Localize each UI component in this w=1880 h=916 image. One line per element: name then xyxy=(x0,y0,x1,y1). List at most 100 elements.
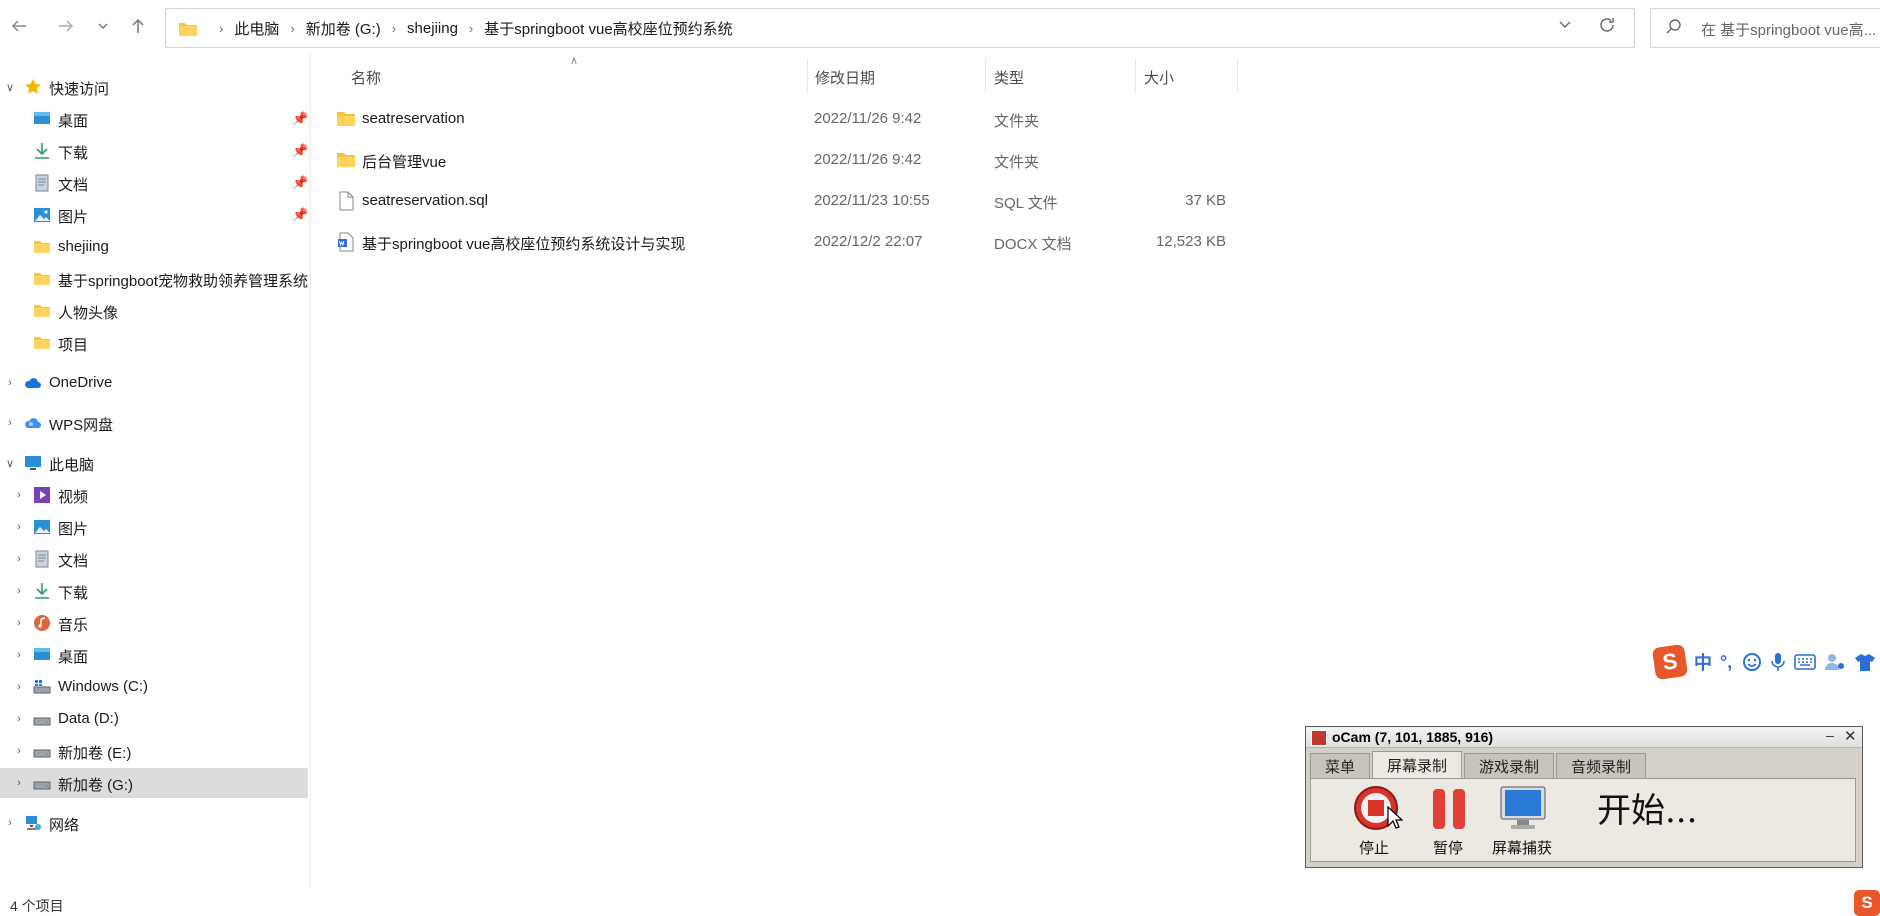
sidebar-item-desktop[interactable]: 桌面 📌 xyxy=(0,104,308,134)
breadcrumb-separator[interactable]: › xyxy=(290,21,294,36)
address-history-button[interactable] xyxy=(1558,17,1572,36)
tab-menu[interactable]: 菜单 xyxy=(1310,753,1371,778)
sidebar-item-pictures-pc[interactable]: › 图片 xyxy=(0,512,308,542)
picture-icon xyxy=(34,208,50,222)
back-button[interactable] xyxy=(6,13,32,39)
chevron-right-icon[interactable]: › xyxy=(12,649,26,661)
download-icon xyxy=(35,583,49,599)
sort-ascending-icon: ∧ xyxy=(570,55,579,67)
chevron-right-icon[interactable]: › xyxy=(12,745,26,757)
video-icon xyxy=(34,487,50,503)
tab-audio-recording[interactable]: 音频录制 xyxy=(1556,753,1647,778)
address-bar[interactable]: › 此电脑 › 新加卷 (G:) › shejiing › 基于springbo… xyxy=(165,8,1635,48)
chevron-right-icon[interactable]: › xyxy=(12,489,26,501)
chevron-right-icon[interactable]: › xyxy=(12,777,26,789)
sogou-logo-icon[interactable]: S xyxy=(1651,643,1689,681)
column-divider[interactable] xyxy=(1135,58,1136,92)
sidebar-item-pet-rescue-project[interactable]: 基于springboot宠物救助领养管理系统 xyxy=(0,264,308,294)
sidebar-item-downloads-pc[interactable]: › 下载 xyxy=(0,576,308,606)
microphone-icon[interactable] xyxy=(1770,652,1786,672)
folder-icon xyxy=(337,153,355,167)
column-divider[interactable] xyxy=(1237,58,1238,92)
sidebar-item-drive-c[interactable]: › Windows (C:) xyxy=(0,672,308,702)
table-row[interactable]: 基于springboot vue高校座位预约系统设计与实现 2022/12/2 … xyxy=(312,223,1242,261)
file-type: 文件夹 xyxy=(994,154,1040,171)
breadcrumb-separator[interactable]: › xyxy=(392,21,396,36)
close-button[interactable]: ✕ xyxy=(1844,727,1857,745)
sidebar-item-drive-e[interactable]: › 新加卷 (E:) xyxy=(0,736,308,766)
ime-language-toggle[interactable]: 中 xyxy=(1694,649,1712,675)
sidebar-item-projects[interactable]: 项目 xyxy=(0,328,308,358)
sidebar-item-wps-drive[interactable]: › WPS网盘 xyxy=(0,408,308,438)
sidebar-item-documents-pc[interactable]: › 文档 xyxy=(0,544,308,574)
skin-shirt-icon[interactable] xyxy=(1854,652,1876,672)
sidebar-item-downloads[interactable]: 下载 📌 xyxy=(0,136,308,166)
sidebar-item-avatars[interactable]: 人物头像 xyxy=(0,296,308,326)
sidebar-item-drive-g[interactable]: › 新加卷 (G:) xyxy=(0,768,308,798)
chevron-down-icon[interactable]: ∨ xyxy=(3,81,17,94)
sidebar-item-pictures[interactable]: 图片 📌 xyxy=(0,200,308,230)
pin-icon[interactable]: 📌 xyxy=(292,111,308,127)
sogou-tray-icon[interactable]: S xyxy=(1854,890,1880,916)
column-divider[interactable] xyxy=(807,58,808,92)
forward-button[interactable] xyxy=(53,13,79,39)
up-button[interactable] xyxy=(125,13,151,39)
sidebar-item-this-pc[interactable]: ∨ 此电脑 xyxy=(0,448,308,478)
sidebar-item-drive-d[interactable]: › Data (D:) xyxy=(0,704,308,734)
breadcrumb-shejiing[interactable]: shejiing xyxy=(407,20,458,37)
table-row[interactable]: seatreservation 2022/11/26 9:42 文件夹 xyxy=(312,100,1242,138)
breadcrumb-current-folder[interactable]: 基于springboot vue高校座位预约系统 xyxy=(484,18,732,39)
breadcrumb-drive-g[interactable]: 新加卷 (G:) xyxy=(306,18,381,39)
sidebar-item-videos[interactable]: › 视频 xyxy=(0,480,308,510)
chevron-right-icon[interactable]: › xyxy=(12,681,26,693)
emoji-icon[interactable] xyxy=(1742,652,1762,672)
sidebar-item-documents[interactable]: 文档 📌 xyxy=(0,168,308,198)
breadcrumb-this-pc[interactable]: 此电脑 xyxy=(234,18,279,39)
stop-label: 停止 xyxy=(1358,840,1389,857)
column-divider[interactable] xyxy=(985,58,986,92)
chevron-right-icon[interactable]: › xyxy=(3,377,17,389)
sidebar-item-desktop-pc[interactable]: › 桌面 xyxy=(0,640,308,670)
refresh-button[interactable] xyxy=(1598,16,1616,40)
chevron-right-icon[interactable]: › xyxy=(12,521,26,533)
file-modified: 2022/11/23 10:55 xyxy=(814,192,930,209)
sidebar-item-network[interactable]: › 网络 xyxy=(0,808,308,838)
ime-punctuation-toggle[interactable]: °, xyxy=(1720,652,1732,673)
breadcrumb-separator[interactable]: › xyxy=(469,21,473,36)
sidebar-item-quick-access[interactable]: ∨ 快速访问 xyxy=(0,72,308,102)
table-row[interactable]: 后台管理vue 2022/11/26 9:42 文件夹 xyxy=(312,141,1242,179)
desktop-icon xyxy=(34,112,50,124)
windows-drive-icon xyxy=(33,680,51,694)
pin-icon[interactable]: 📌 xyxy=(292,175,308,191)
chevron-right-icon[interactable]: › xyxy=(12,585,26,597)
column-header-modified[interactable]: 修改日期 xyxy=(815,67,875,88)
column-header-size[interactable]: 大小 xyxy=(1144,67,1174,88)
file-icon xyxy=(339,191,354,211)
pin-icon[interactable]: 📌 xyxy=(292,143,308,159)
sidebar-item-onedrive[interactable]: › OneDrive xyxy=(0,368,308,398)
user-settings-icon[interactable] xyxy=(1824,652,1846,672)
column-header-type[interactable]: 类型 xyxy=(994,67,1024,88)
chevron-right-icon[interactable]: › xyxy=(12,553,26,565)
pin-icon[interactable]: 📌 xyxy=(292,207,308,223)
keyboard-icon[interactable] xyxy=(1794,653,1817,671)
search-box[interactable]: 在 基于springboot vue高... xyxy=(1650,8,1880,48)
search-placeholder[interactable]: 在 基于springboot vue高... xyxy=(1701,19,1876,40)
minimize-button[interactable]: – xyxy=(1826,727,1834,743)
ocam-title-bar[interactable]: oCam (7, 101, 1885, 916) – ✕ xyxy=(1306,727,1862,748)
screen-capture-button[interactable]: 屏幕捕获 xyxy=(1487,785,1557,857)
tab-screen-recording[interactable]: 屏幕录制 xyxy=(1372,751,1463,778)
sidebar-item-label: 快速访问 xyxy=(49,81,110,98)
sidebar-item-shejiing[interactable]: shejiing xyxy=(0,232,308,262)
recent-locations-button[interactable] xyxy=(90,13,116,39)
pause-button[interactable]: 暂停 xyxy=(1413,785,1483,857)
chevron-down-icon[interactable]: ∨ xyxy=(3,457,17,470)
table-row[interactable]: seatreservation.sql 2022/11/23 10:55 SQL… xyxy=(312,182,1242,220)
chevron-right-icon[interactable]: › xyxy=(3,817,17,829)
column-header-name[interactable]: 名称 xyxy=(351,67,381,88)
chevron-right-icon[interactable]: › xyxy=(3,417,17,429)
chevron-right-icon[interactable]: › xyxy=(12,713,26,725)
tab-game-recording[interactable]: 游戏录制 xyxy=(1464,753,1555,778)
sidebar-item-music[interactable]: › 音乐 xyxy=(0,608,308,638)
chevron-right-icon[interactable]: › xyxy=(12,617,26,629)
